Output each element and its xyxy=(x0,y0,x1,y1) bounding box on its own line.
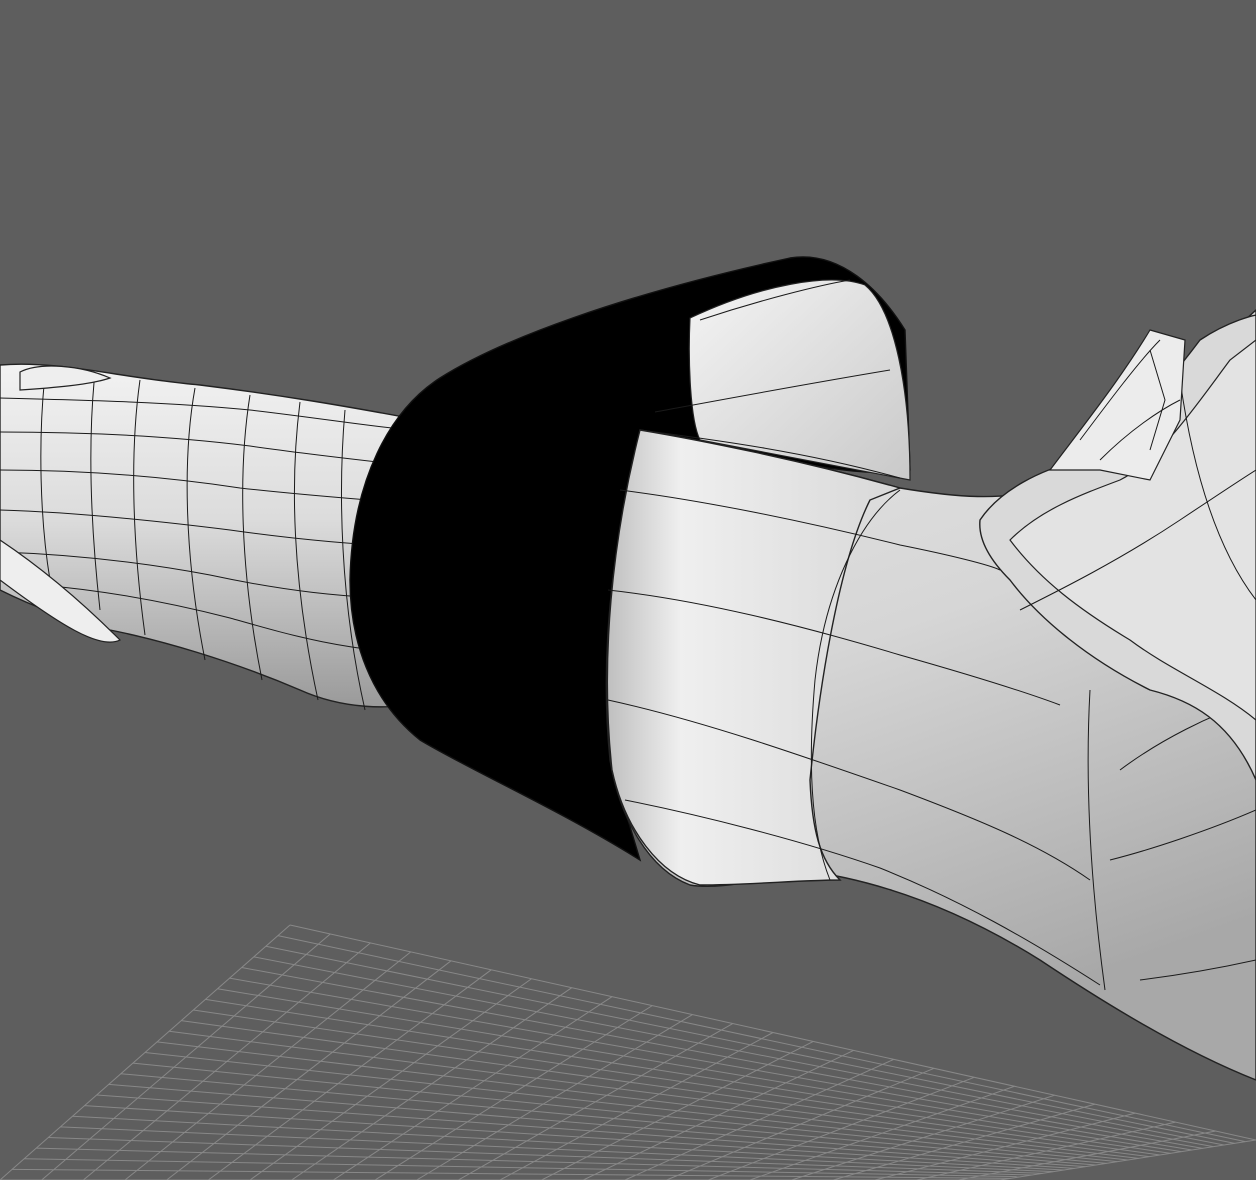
grid-line xyxy=(958,1130,1216,1180)
grid-line xyxy=(108,1083,1097,1166)
grid-line xyxy=(132,1062,1118,1163)
viewport-canvas[interactable] xyxy=(0,0,1256,1180)
grid-line xyxy=(624,1058,894,1180)
grid-line xyxy=(96,1094,1086,1168)
3d-viewport[interactable] xyxy=(0,0,1256,1180)
grid-line xyxy=(499,1032,774,1180)
